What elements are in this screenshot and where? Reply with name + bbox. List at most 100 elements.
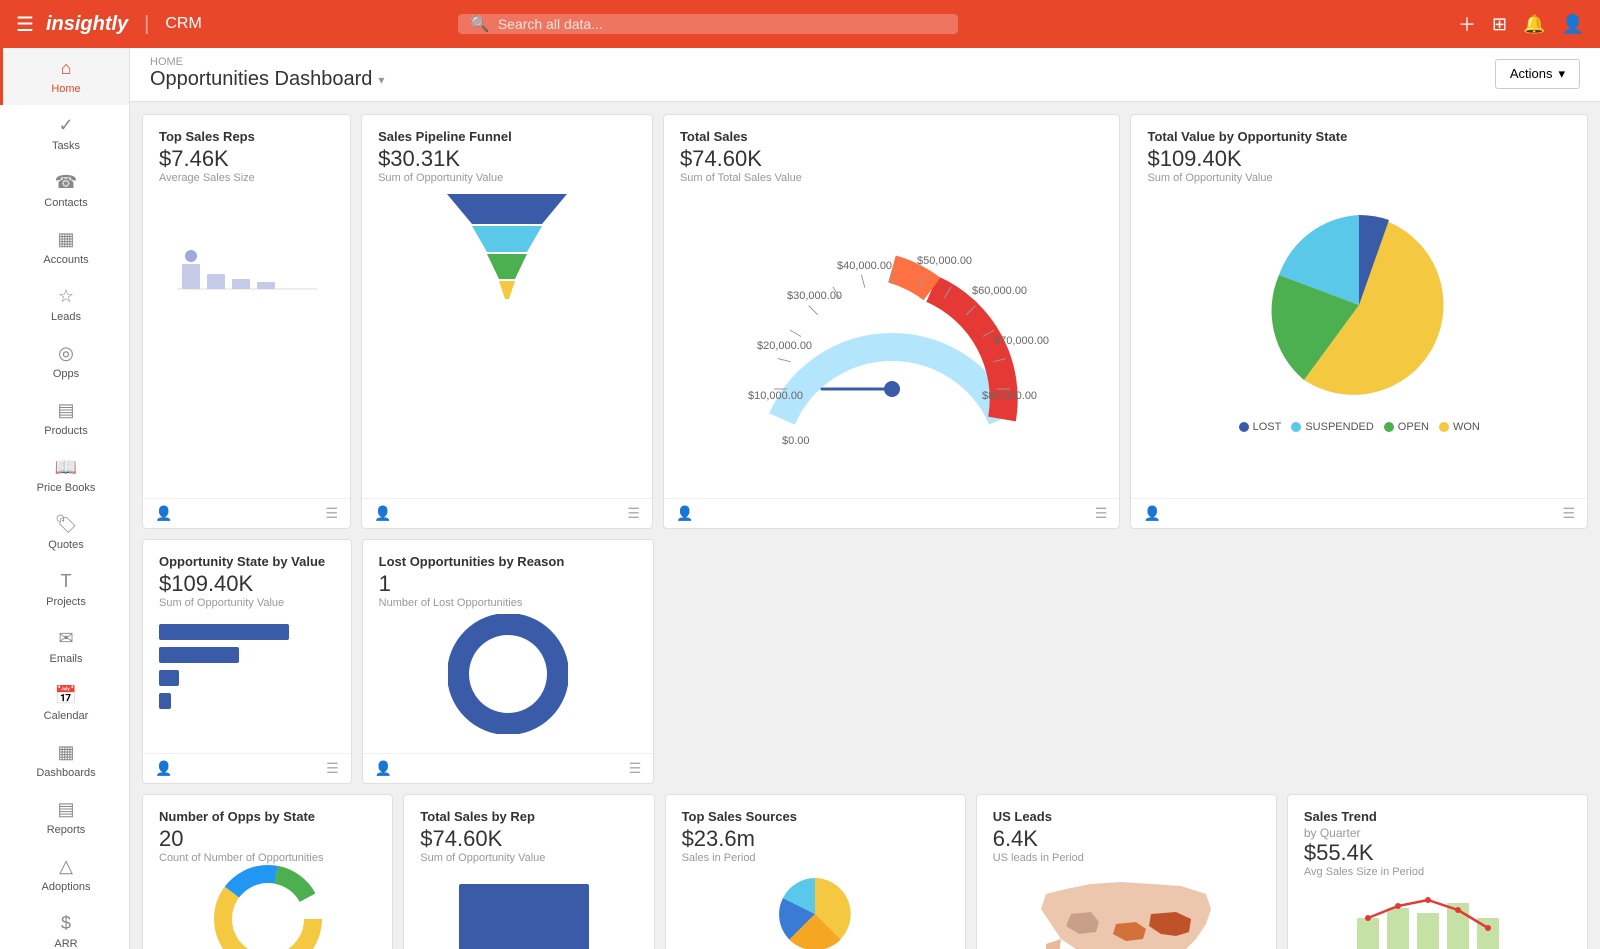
suspended-label: SUSPENDED <box>1305 421 1373 433</box>
opps-icon: ◎ <box>58 343 74 364</box>
sidebar-item-adoptions[interactable]: △ Adoptions <box>0 846 129 903</box>
card-subtitle: Sum of Total Sales Value <box>680 172 1104 184</box>
sidebar-item-reports[interactable]: ▤ Reports <box>0 789 129 846</box>
card-num-opps-by-state: Number of Opps by State 20 Count of Numb… <box>142 794 393 949</box>
content-area: HOME Opportunities Dashboard ▾ Actions ▾… <box>130 48 1600 949</box>
sidebar-item-label: Products <box>44 425 87 437</box>
card-title: Top Sales Sources <box>682 809 949 824</box>
legend-open: OPEN <box>1384 421 1429 433</box>
nav-divider: | <box>144 13 149 36</box>
lost-dot <box>1239 422 1249 432</box>
menu-icon: ☰ <box>326 760 339 777</box>
gauge-placeholder <box>664 539 1121 784</box>
card-total-sales: Total Sales $74.60K Sum of Total Sales V… <box>663 114 1121 529</box>
person-icon: 👤 <box>374 505 391 522</box>
menu-icon: ☰ <box>326 505 339 522</box>
crm-label: CRM <box>165 15 201 33</box>
quotes-icon: 🏷 <box>55 514 78 535</box>
leads-icon: ☆ <box>58 286 74 307</box>
bar-line-chart-trend <box>1347 878 1527 949</box>
grid-icon[interactable]: ⊞ <box>1492 14 1507 35</box>
sidebar-item-label: Home <box>51 83 80 95</box>
card-subtitle: Sum of Opportunity Value <box>1147 172 1571 184</box>
search-bar[interactable]: 🔍 <box>458 14 958 34</box>
search-input[interactable] <box>498 16 946 32</box>
sidebar-item-products[interactable]: ▤ Products <box>0 390 129 447</box>
sidebar-item-calendar[interactable]: 📅 Calendar <box>0 675 129 732</box>
open-label: OPEN <box>1398 421 1429 433</box>
gauge-chart: $0.00 $10,000.00 $20,000.00 $30,000.00 $… <box>732 189 1052 479</box>
sidebar-item-quotes[interactable]: 🏷 Quotes <box>0 504 129 561</box>
sidebar-item-leads[interactable]: ☆ Leads <box>0 276 129 333</box>
adoptions-icon: △ <box>59 856 73 877</box>
content-header: HOME Opportunities Dashboard ▾ Actions ▾ <box>130 48 1600 102</box>
menu-icon: ☰ <box>1562 505 1575 522</box>
bar-chart-top-sales <box>167 194 327 294</box>
card-value: 20 <box>159 826 376 852</box>
card-value: $74.60K <box>420 826 637 852</box>
sidebar-item-label: Reports <box>47 824 86 836</box>
products-icon: ▤ <box>57 400 74 421</box>
person-icon: 👤 <box>155 505 172 522</box>
sidebar-item-contacts[interactable]: ☎ Contacts <box>0 162 129 219</box>
sidebar-item-emails[interactable]: ✉ Emails <box>0 618 129 675</box>
person-icon: 👤 <box>676 505 693 522</box>
card-footer: 👤 ☰ <box>363 753 654 783</box>
card-lost-opportunities: Lost Opportunities by Reason 1 Number of… <box>362 539 655 784</box>
emails-icon: ✉ <box>58 628 73 649</box>
funnel-chart <box>427 184 587 314</box>
projects-icon: T <box>61 571 72 592</box>
actions-button[interactable]: Actions ▾ <box>1495 59 1580 89</box>
svg-text:$40,000.00: $40,000.00 <box>837 260 892 272</box>
sidebar-item-home[interactable]: ⌂ Home <box>0 48 129 105</box>
sidebar-item-accounts[interactable]: ▦ Accounts <box>0 219 129 276</box>
sidebar-item-label: Calendar <box>44 710 89 722</box>
breadcrumb: HOME <box>150 56 384 68</box>
card-footer: 👤 ☰ <box>362 498 652 528</box>
sidebar-item-label: Opps <box>53 368 79 380</box>
dashboard-row-2: Opportunity State by Value $109.40K Sum … <box>142 539 1588 784</box>
card-subtitle: Sum of Opportunity Value <box>378 172 636 184</box>
card-title: Top Sales Reps <box>159 129 334 144</box>
card-title: Lost Opportunities by Reason <box>379 554 638 569</box>
pie-chart-sales-sources <box>765 874 865 949</box>
horiz-bar-chart <box>159 619 319 719</box>
add-icon[interactable]: ＋ <box>1458 11 1476 37</box>
sidebar-item-projects[interactable]: T Projects <box>0 561 129 618</box>
sidebar-item-price-books[interactable]: 📖 Price Books <box>0 447 129 504</box>
logo: insightly <box>46 13 128 36</box>
hamburger-icon[interactable]: ☰ <box>16 12 34 37</box>
card-value: $30.31K <box>378 146 636 172</box>
search-icon: 🔍 <box>470 14 490 34</box>
home-icon: ⌂ <box>61 58 72 79</box>
sidebar: ⌂ Home ✓ Tasks ☎ Contacts ▦ Accounts ☆ L… <box>0 48 130 949</box>
nav-icons: ＋ ⊞ 🔔 👤 <box>1458 11 1584 37</box>
sidebar-item-arr[interactable]: $ ARR <box>0 903 129 949</box>
svg-text:$30,000.00: $30,000.00 <box>787 290 842 302</box>
sidebar-item-label: Adoptions <box>42 881 91 893</box>
card-title: US Leads <box>993 809 1260 824</box>
card-footer: 👤 ☰ <box>664 498 1120 528</box>
sidebar-item-tasks[interactable]: ✓ Tasks <box>0 105 129 162</box>
pie-chart-opp-state <box>1249 195 1469 415</box>
sidebar-item-label: Price Books <box>37 482 96 494</box>
svg-text:$60,000.00: $60,000.00 <box>972 285 1027 297</box>
sidebar-item-label: Projects <box>46 596 86 608</box>
card-total-value-by-opp-state: Total Value by Opportunity State $109.40… <box>1130 114 1588 529</box>
card-title: Total Value by Opportunity State <box>1147 129 1571 144</box>
sidebar-item-opps[interactable]: ◎ Opps <box>0 333 129 390</box>
card-value: $23.6m <box>682 826 949 852</box>
sidebar-item-label: Dashboards <box>36 767 95 779</box>
bell-icon[interactable]: 🔔 <box>1523 14 1545 35</box>
person-icon: 👤 <box>1143 505 1160 522</box>
user-icon[interactable]: 👤 <box>1562 14 1584 35</box>
suspended-dot <box>1291 422 1301 432</box>
dashboard: Top Sales Reps $7.46K Average Sales Size <box>130 102 1600 949</box>
svg-text:$20,000.00: $20,000.00 <box>757 340 812 352</box>
card-title: Sales Trend <box>1304 809 1571 824</box>
us-map-chart <box>1031 864 1221 949</box>
sidebar-item-dashboards[interactable]: ▦ Dashboards <box>0 732 129 789</box>
won-dot <box>1439 422 1449 432</box>
person-icon: 👤 <box>375 760 392 777</box>
calendar-icon: 📅 <box>55 685 77 706</box>
